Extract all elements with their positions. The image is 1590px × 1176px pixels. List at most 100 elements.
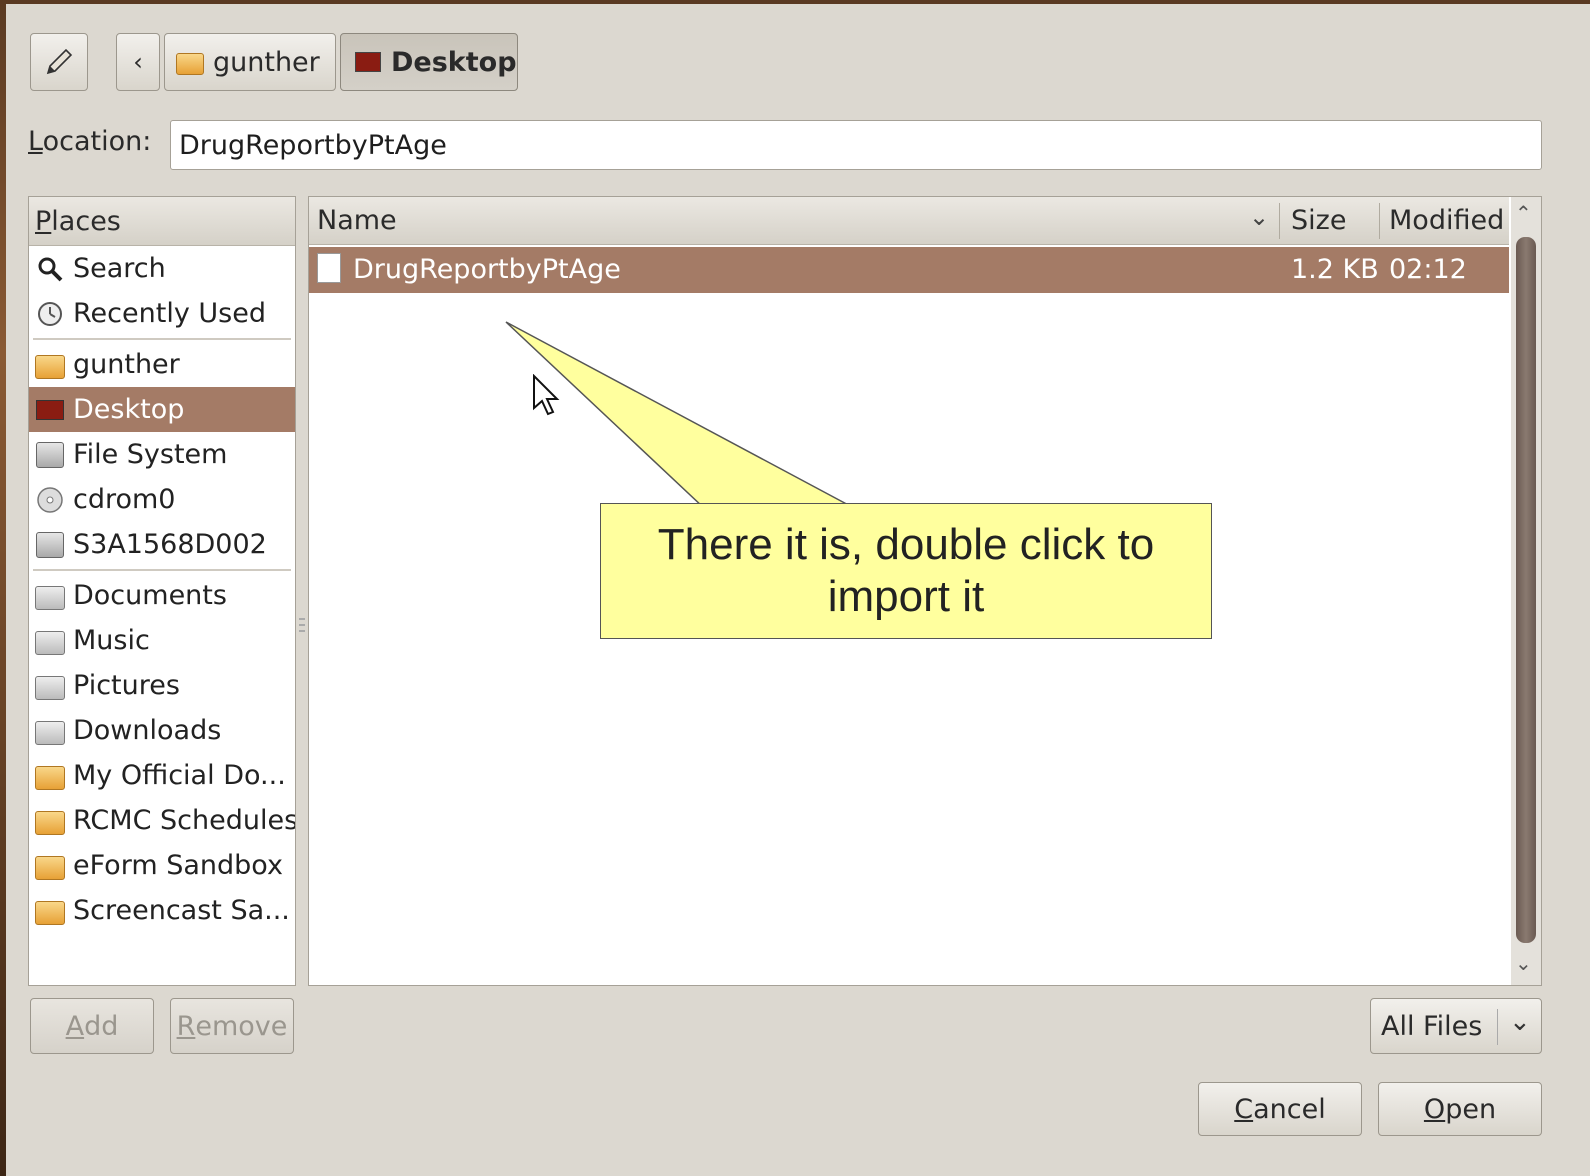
file-list-header: Name ⌄ Size Modified [309, 197, 1509, 245]
place-label: Desktop [73, 394, 185, 425]
chevron-down-icon: ⌄ [1509, 1007, 1531, 1037]
cdrom-icon [35, 486, 65, 514]
places-separator [33, 569, 291, 571]
folder-icon [35, 762, 65, 790]
edit-location-button[interactable] [30, 33, 88, 91]
place-label: RCMC Schedules [73, 805, 295, 836]
place-item-pictures[interactable]: Pictures [29, 663, 295, 708]
cancel-button[interactable]: Cancel [1198, 1082, 1362, 1136]
column-name-label: Name [317, 205, 397, 236]
downloads-folder-icon [35, 717, 65, 745]
place-label: Music [73, 625, 150, 656]
place-label: S3A1568D002 [73, 529, 267, 560]
harddisk-icon [35, 531, 65, 559]
place-item-search[interactable]: Search [29, 246, 295, 291]
place-item-s3a1568d002[interactable]: S3A1568D002 [29, 522, 295, 567]
column-size-label: Size [1291, 205, 1347, 236]
place-label: Screencast Sa... [73, 895, 290, 926]
places-panel: Places Search Recently Used gunther Desk… [28, 196, 296, 986]
file-chooser-dialog: ‹ gunther Desktop Location: DrugReportby… [6, 4, 1590, 1176]
location-label-mnemonic: L [28, 126, 43, 157]
recent-icon [35, 300, 65, 328]
place-label: My Official Do... [73, 760, 286, 791]
place-label: Recently Used [73, 298, 266, 329]
place-item-recently-used[interactable]: Recently Used [29, 291, 295, 336]
document-icon [317, 253, 341, 283]
folder-icon [35, 897, 65, 925]
chevron-left-icon: ‹ [133, 48, 143, 76]
search-icon [35, 255, 65, 283]
places-separator [33, 338, 291, 340]
location-label: Location: [28, 126, 151, 157]
column-header-size[interactable]: Size [1291, 205, 1346, 236]
place-item-file-system[interactable]: File System [29, 432, 295, 477]
file-name: DrugReportbyPtAge [353, 254, 621, 285]
remove-label: emove [195, 1010, 288, 1042]
folder-icon [35, 807, 65, 835]
pane-resize-handle[interactable] [298, 614, 306, 638]
scroll-down-icon[interactable]: ⌄ [1515, 951, 1532, 975]
places-header: Places [29, 197, 295, 246]
place-label: Search [73, 253, 166, 284]
place-label: eForm Sandbox [73, 850, 283, 881]
callout-text: There it is, double click to import it [657, 520, 1155, 621]
places-list: Search Recently Used gunther Desktop Fil… [29, 246, 295, 933]
add-button[interactable]: Add [30, 998, 154, 1054]
location-input-value: DrugReportbyPtAge [179, 129, 447, 161]
path-label-gunther: gunther [213, 46, 320, 78]
column-divider [1379, 203, 1380, 239]
mouse-cursor-icon [533, 374, 560, 416]
place-item-documents[interactable]: Documents [29, 573, 295, 618]
cancel-mnemonic: C [1234, 1093, 1254, 1125]
dropdown-divider [1497, 1009, 1498, 1045]
column-header-name[interactable]: Name [317, 205, 397, 236]
sort-chevron-icon: ⌄ [1249, 203, 1270, 231]
place-item-music[interactable]: Music [29, 618, 295, 663]
open-button[interactable]: Open [1378, 1082, 1542, 1136]
add-mnemonic: A [65, 1010, 85, 1042]
path-button-gunther[interactable]: gunther [164, 33, 336, 91]
column-header-modified[interactable]: Modified [1389, 205, 1504, 236]
place-item-screencast[interactable]: Screencast Sa... [29, 888, 295, 933]
places-header-text: laces [51, 205, 121, 237]
scroll-up-icon[interactable]: ⌃ [1515, 201, 1532, 225]
place-item-downloads[interactable]: Downloads [29, 708, 295, 753]
callout-pointer [505, 321, 855, 509]
home-folder-icon [175, 48, 205, 76]
place-label: gunther [73, 349, 180, 380]
pictures-folder-icon [35, 672, 65, 700]
location-label-text: ocation: [42, 126, 152, 157]
add-label: dd [84, 1010, 119, 1042]
place-item-my-official-docs[interactable]: My Official Do... [29, 753, 295, 798]
place-item-rcmc-schedules[interactable]: RCMC Schedules [29, 798, 295, 843]
folder-icon [35, 852, 65, 880]
path-label-desktop: Desktop [391, 46, 517, 78]
open-label: pen [1445, 1093, 1497, 1125]
place-label: cdrom0 [73, 484, 176, 515]
path-back-button[interactable]: ‹ [116, 33, 160, 91]
pencil-icon [46, 48, 73, 75]
column-modified-label: Modified [1389, 205, 1505, 236]
desktop-icon [353, 48, 383, 76]
vertical-scrollbar[interactable]: ⌃ ⌄ [1511, 197, 1541, 985]
file-filter-select[interactable]: All Files ⌄ [1370, 998, 1542, 1054]
scrollbar-thumb[interactable] [1516, 237, 1536, 943]
place-label: Downloads [73, 715, 222, 746]
remove-button[interactable]: Remove [170, 998, 294, 1054]
place-label: File System [73, 439, 228, 470]
documents-folder-icon [35, 582, 65, 610]
column-divider [1279, 203, 1280, 239]
file-row[interactable]: DrugReportbyPtAge 1.2 KB 02:12 [309, 247, 1509, 293]
harddisk-icon [35, 441, 65, 469]
place-item-eform-sandbox[interactable]: eForm Sandbox [29, 843, 295, 888]
path-button-desktop[interactable]: Desktop [340, 33, 518, 91]
place-item-cdrom0[interactable]: cdrom0 [29, 477, 295, 522]
remove-mnemonic: R [176, 1010, 196, 1042]
file-size: 1.2 KB [1291, 254, 1379, 285]
place-item-gunther[interactable]: gunther [29, 342, 295, 387]
file-modified: 02:12 [1389, 254, 1467, 285]
music-folder-icon [35, 627, 65, 655]
places-header-mnemonic: P [35, 205, 52, 237]
place-item-desktop[interactable]: Desktop [29, 387, 295, 432]
location-input[interactable]: DrugReportbyPtAge [170, 120, 1542, 170]
